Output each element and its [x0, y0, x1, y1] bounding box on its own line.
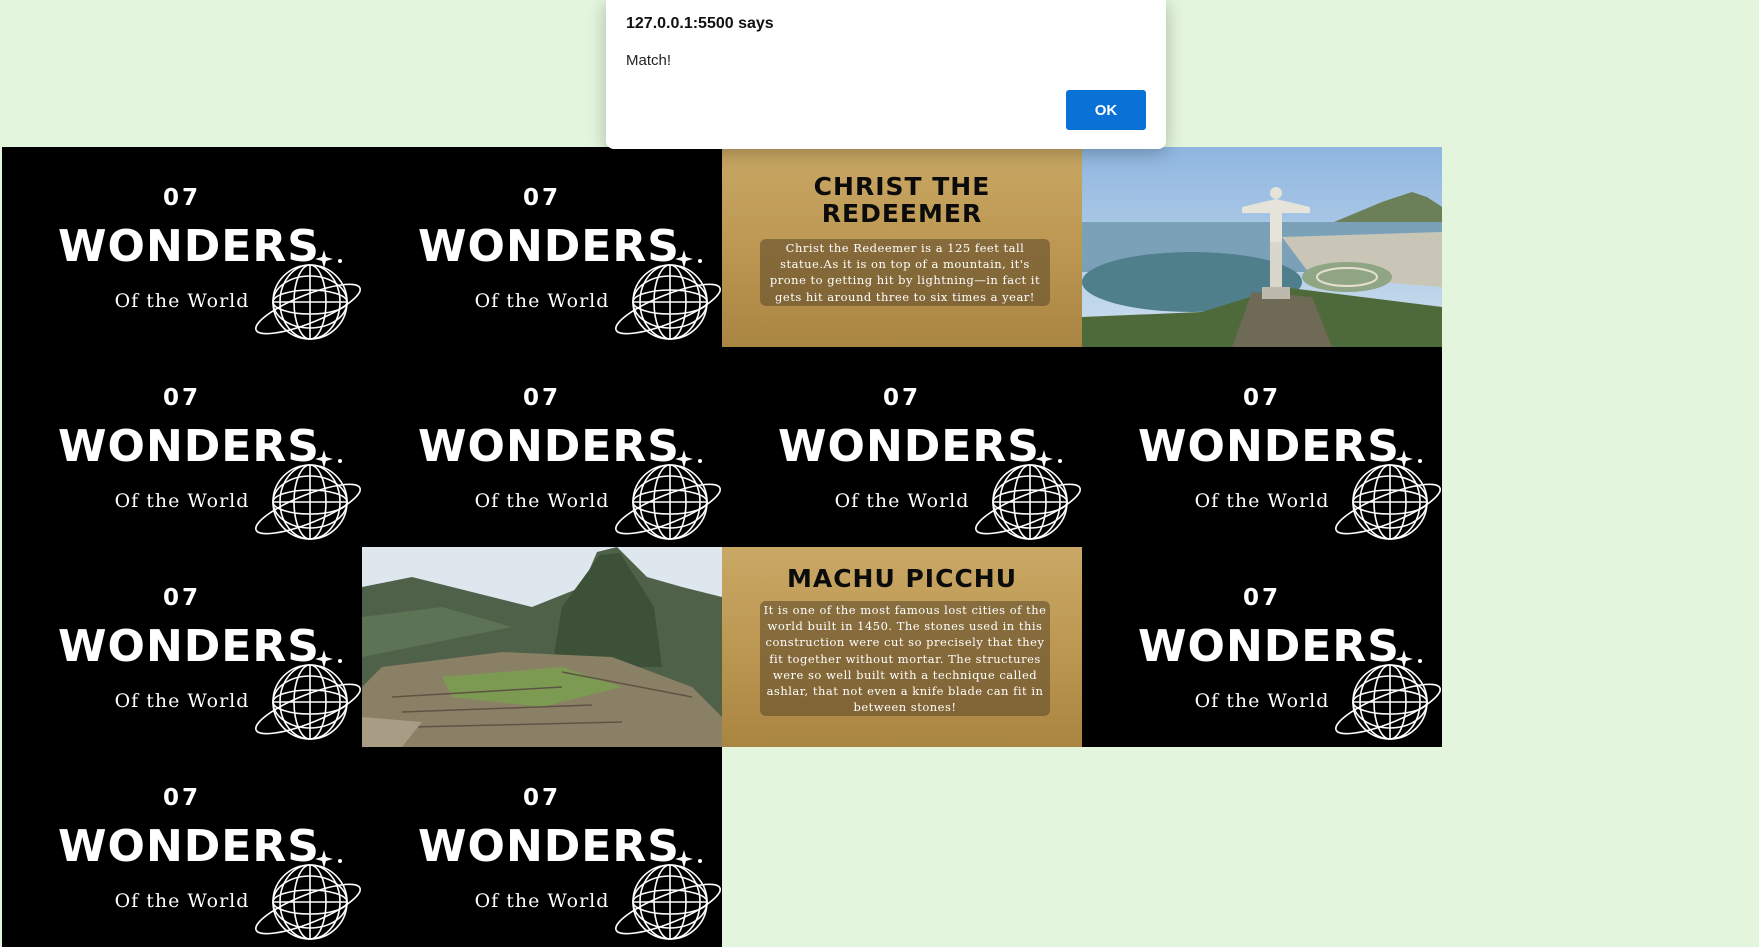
card-number: 07	[1242, 585, 1281, 611]
alert-dialog: 127.0.0.1:5500 says Match! OK	[606, 0, 1166, 149]
card-number: 07	[162, 185, 201, 211]
globe-icon	[615, 464, 721, 540]
globe-icon	[255, 464, 361, 540]
globe-icon	[1335, 464, 1441, 540]
photo-card-christ-the-redeemer[interactable]	[1082, 147, 1442, 347]
card-back[interactable]: 07 WONDERS Of the World	[2, 547, 362, 747]
memory-card-grid: 07 WONDERS Of the World 07 WONDERS Of th…	[2, 147, 1442, 947]
card-back[interactable]: 07 WONDERS Of the World	[2, 347, 362, 547]
card-back[interactable]: 07 WONDERS Of the World	[362, 147, 722, 347]
globe-icon	[615, 864, 721, 940]
info-card-description: It is one of the most famous lost cities…	[760, 601, 1050, 717]
card-back[interactable]: 07 WONDERS Of the World	[362, 747, 722, 947]
card-back[interactable]: 07 WONDERS Of the World	[1082, 547, 1442, 747]
card-number: 07	[162, 585, 201, 611]
card-back[interactable]: 07 WONDERS Of the World	[2, 747, 362, 947]
card-number: 07	[1242, 385, 1281, 411]
info-card-title: MACHU PICCHU	[786, 564, 1018, 593]
photo-card-machu-picchu[interactable]	[362, 547, 722, 747]
card-number: 07	[162, 785, 201, 811]
info-card-machu-picchu[interactable]: MACHU PICCHU It is one of the most famou…	[722, 547, 1082, 747]
globe-icon	[615, 264, 721, 340]
card-back[interactable]: 07 WONDERS Of the World	[362, 347, 722, 547]
card-number: 07	[522, 185, 561, 211]
card-number: 07	[882, 385, 921, 411]
globe-icon	[255, 864, 361, 940]
alert-origin: 127.0.0.1:5500 says	[626, 15, 774, 32]
card-back[interactable]: 07 WONDERS Of the World	[722, 347, 1082, 547]
ok-button[interactable]: OK	[1066, 90, 1146, 130]
alert-message: Match!	[626, 52, 672, 69]
info-card-description: Christ the Redeemer is a 125 feet tall s…	[760, 239, 1050, 306]
card-back[interactable]: 07 WONDERS Of the World	[2, 147, 362, 347]
card-number: 07	[522, 785, 561, 811]
globe-icon	[1335, 664, 1441, 740]
globe-icon	[975, 464, 1081, 540]
info-card-christ-the-redeemer[interactable]: CHRIST THE REDEEMER Christ the Redeemer …	[722, 147, 1082, 347]
card-back[interactable]: 07 WONDERS Of the World	[1082, 347, 1442, 547]
globe-icon	[255, 264, 361, 340]
info-card-title: CHRIST THE REDEEMER	[813, 172, 991, 228]
card-number: 07	[162, 385, 201, 411]
machu-picchu-image	[362, 547, 722, 747]
christ-the-redeemer-image	[1082, 147, 1442, 347]
card-number: 07	[522, 385, 561, 411]
globe-icon	[255, 664, 361, 740]
